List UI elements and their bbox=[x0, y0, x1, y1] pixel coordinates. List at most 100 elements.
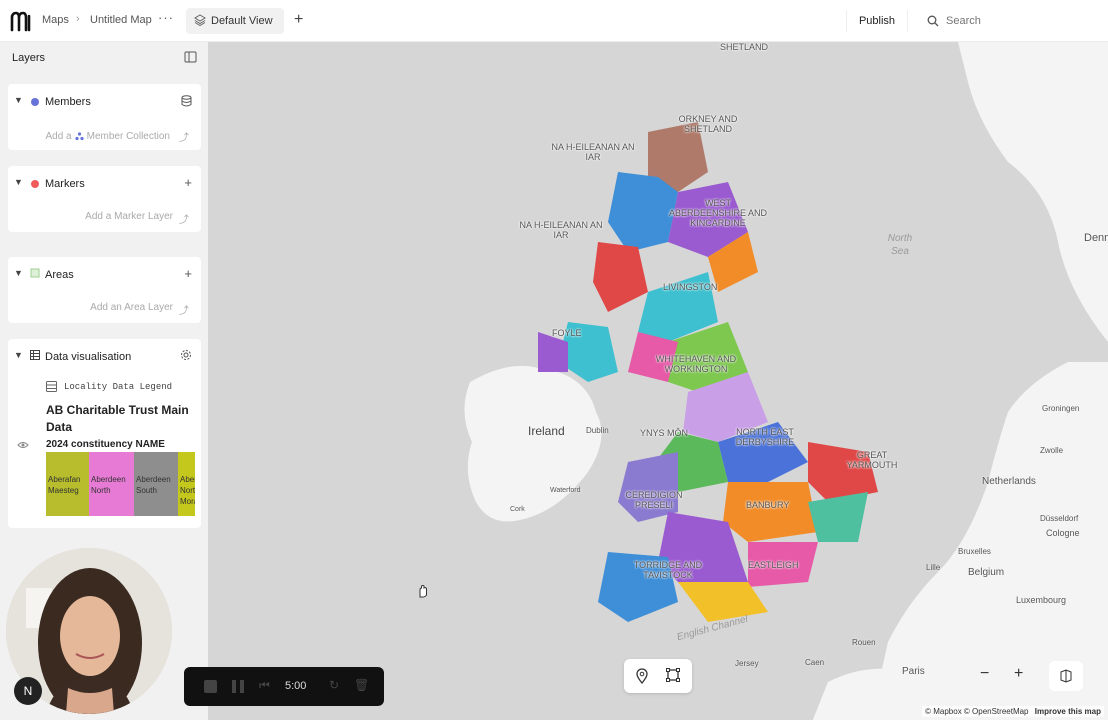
basemap bbox=[208, 42, 1108, 720]
breadcrumb-separator: › bbox=[76, 13, 80, 25]
markers-color-dot bbox=[31, 180, 39, 188]
dataset-title: AB Charitable Trust Main Data bbox=[46, 403, 189, 434]
map-more-button[interactable]: ··· bbox=[158, 10, 174, 25]
collection-icon bbox=[75, 132, 84, 141]
place-label: Denm bbox=[1084, 232, 1108, 244]
place-label: Cologne bbox=[1046, 528, 1080, 538]
place-label: Düsseldorf bbox=[1040, 514, 1079, 523]
rewind-icon[interactable]: ⏮ bbox=[259, 678, 270, 693]
place-label: Lille bbox=[926, 563, 941, 572]
place-label: Luxembourg bbox=[1016, 595, 1067, 605]
map-style-button[interactable] bbox=[1049, 661, 1083, 691]
chevron-down-icon[interactable]: ▼ bbox=[14, 268, 23, 278]
search-input[interactable] bbox=[946, 12, 1096, 30]
place-label: Rouen bbox=[852, 638, 876, 647]
region-label: YNYS MÔN bbox=[640, 428, 689, 438]
place-label: Dublin bbox=[586, 426, 609, 435]
delete-icon[interactable]: 🗑 bbox=[354, 678, 369, 692]
import-icon: ⤴ bbox=[179, 306, 189, 317]
region-label: NA H-EILEANAN AN IAR bbox=[551, 142, 635, 162]
tab-label: Default View bbox=[211, 15, 273, 27]
breadcrumb-maps[interactable]: Maps bbox=[42, 14, 69, 26]
zoom-out-button[interactable]: − bbox=[980, 665, 989, 683]
legend-title: Locality Data Legend bbox=[64, 382, 173, 392]
legend-swatch: Aberdeenshire North and Moray bbox=[178, 452, 195, 516]
stop-button[interactable] bbox=[204, 680, 217, 693]
place-label: Paris bbox=[902, 666, 925, 677]
place-label: Ireland bbox=[528, 424, 565, 438]
map-pin-icon[interactable] bbox=[636, 668, 648, 684]
import-icon: ⤴ bbox=[179, 215, 189, 226]
chevron-down-icon[interactable]: ▼ bbox=[14, 350, 23, 360]
grab-cursor-icon bbox=[419, 585, 427, 598]
place-label: Netherlands bbox=[982, 476, 1036, 487]
attribution-text[interactable]: © Mapbox © OpenStreetMap bbox=[925, 707, 1028, 716]
top-bar: Maps › Untitled Map ··· Default View + P… bbox=[0, 0, 1108, 42]
region-label: BANBURY bbox=[746, 500, 790, 510]
add-area-layer[interactable]: Add an Area Layer ⤴ bbox=[90, 302, 189, 317]
zoom-controls: − + bbox=[968, 661, 1036, 691]
map-draw-toolbar bbox=[624, 659, 692, 693]
add-member-collection[interactable]: Add a Member Collection ⤴ bbox=[45, 129, 189, 144]
chevron-down-icon[interactable]: ▼ bbox=[14, 95, 23, 105]
add-area-button[interactable]: + bbox=[184, 266, 192, 281]
area-icon bbox=[30, 268, 40, 278]
data-visualisation-title: Data visualisation bbox=[45, 351, 132, 363]
add-marker-layer[interactable]: Add a Marker Layer ⤴ bbox=[85, 211, 189, 226]
add-marker-label: Add a Marker Layer bbox=[85, 211, 173, 222]
tab-default-view[interactable]: Default View bbox=[186, 8, 284, 34]
legend-swatch: Aberdeen South bbox=[134, 452, 178, 516]
chevron-down-icon[interactable]: ▼ bbox=[14, 177, 23, 187]
region-label: EASTLEIGH bbox=[748, 560, 799, 570]
pause-button[interactable] bbox=[232, 680, 244, 693]
add-member-prefix: Add a bbox=[45, 131, 72, 142]
add-member-link: Member Collection bbox=[86, 131, 170, 142]
app-logo-icon[interactable] bbox=[10, 10, 32, 32]
legend-swatch: Aberafan Maesteg bbox=[46, 452, 89, 516]
zoom-in-button[interactable]: + bbox=[1014, 665, 1023, 683]
areas-title: Areas bbox=[45, 269, 74, 281]
add-marker-button[interactable]: + bbox=[184, 175, 192, 190]
database-icon[interactable] bbox=[181, 95, 192, 107]
import-icon: ⤴ bbox=[179, 133, 189, 144]
markers-layer-card: ▼ Markers + Add a Marker Layer ⤴ bbox=[8, 166, 201, 232]
legend-table-icon bbox=[46, 381, 57, 392]
areas-layer-card: ▼ Areas + Add an Area Layer ⤴ bbox=[8, 257, 201, 323]
draw-area-icon[interactable] bbox=[666, 668, 680, 682]
members-title: Members bbox=[45, 96, 91, 108]
place-label: Caen bbox=[805, 658, 825, 667]
map-canvas[interactable]: SHETLAND ORKNEY AND SHETLAND NA H-EILEAN… bbox=[208, 42, 1108, 720]
restart-icon[interactable]: ↻ bbox=[329, 678, 339, 692]
add-view-button[interactable]: + bbox=[294, 10, 303, 30]
region-label: FOYLE bbox=[552, 328, 582, 338]
settings-gear-icon[interactable] bbox=[180, 349, 192, 361]
eye-icon[interactable] bbox=[17, 441, 29, 449]
search-icon bbox=[927, 15, 939, 27]
members-color-dot bbox=[31, 98, 39, 106]
collapse-sidebar-icon[interactable] bbox=[184, 51, 197, 63]
region-label: ORKNEY AND SHETLAND bbox=[678, 114, 738, 134]
map-style-icon bbox=[1060, 669, 1072, 683]
region-label: SHETLAND bbox=[720, 42, 769, 52]
user-avatar-badge[interactable]: N bbox=[14, 677, 42, 705]
improve-map-link[interactable]: Improve this map bbox=[1035, 707, 1101, 716]
legend-swatches: Aberafan Maesteg Aberdeen North Aberdeen… bbox=[46, 452, 195, 516]
add-area-label: Add an Area Layer bbox=[90, 302, 173, 313]
place-label: Zwolle bbox=[1040, 446, 1064, 455]
sea-label: North Sea bbox=[887, 233, 913, 257]
legend-swatch: Aberdeen North bbox=[89, 452, 134, 516]
publish-button[interactable]: Publish bbox=[846, 10, 908, 32]
recording-controls: ⏮ 5:00 ↻ 🗑 bbox=[184, 667, 384, 706]
layers-icon bbox=[194, 14, 206, 26]
column-name: 2024 constituency NAME bbox=[46, 439, 165, 450]
region-label: NA H-EILEANAN AN IAR bbox=[519, 220, 603, 240]
search-box bbox=[922, 10, 1102, 32]
place-label: Bruxelles bbox=[958, 547, 991, 556]
region-label: GREAT YARMOUTH bbox=[846, 450, 898, 470]
table-icon bbox=[30, 350, 40, 360]
place-label: Jersey bbox=[735, 659, 759, 668]
place-label: Groningen bbox=[1042, 404, 1080, 413]
region-label: WEST ABERDEENSHIRE AND KINCARDINE bbox=[668, 198, 768, 228]
place-label: Cork bbox=[510, 506, 525, 513]
map-name[interactable]: Untitled Map bbox=[90, 14, 152, 26]
